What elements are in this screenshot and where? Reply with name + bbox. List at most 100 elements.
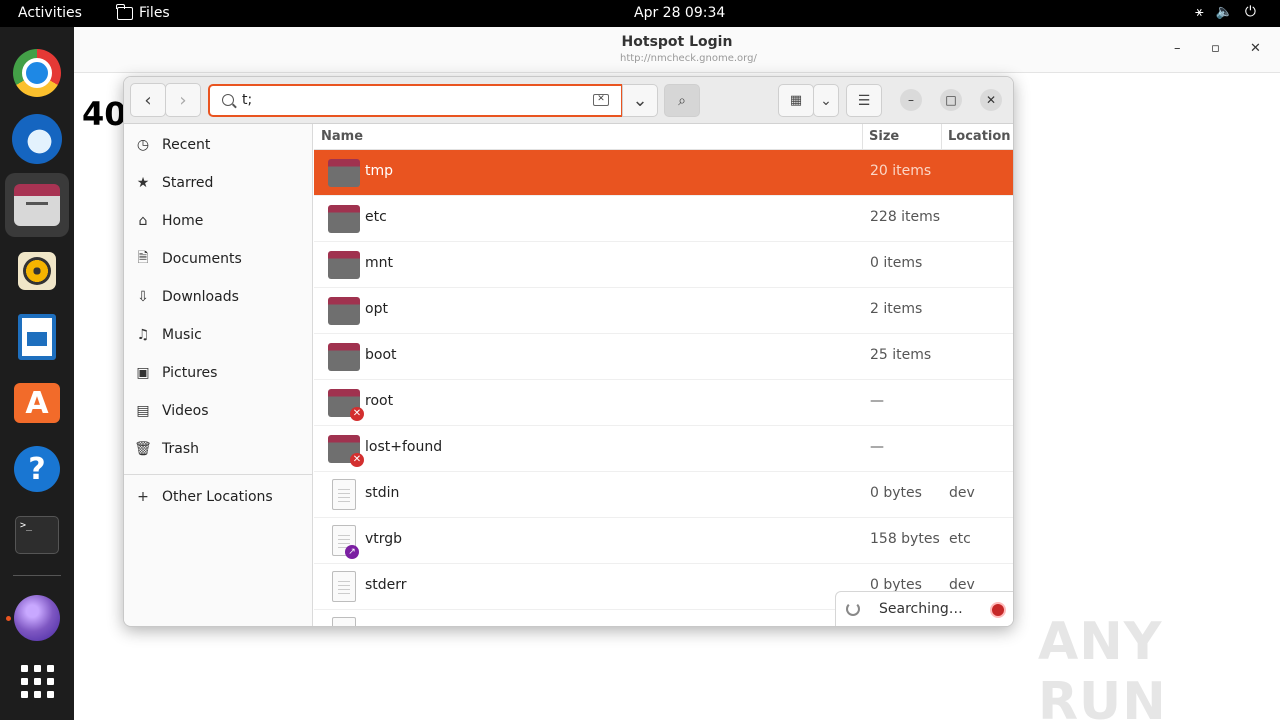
file-row-vtrgb[interactable]: ↗ vtrgb 158 bytes etc <box>314 518 1013 564</box>
files-icon <box>14 184 60 226</box>
search-icon: ⌕ <box>678 92 686 109</box>
search-toggle-button[interactable]: ⌕ <box>664 84 700 117</box>
sidebar-item-label: Other Locations <box>162 489 273 505</box>
file-name: etc <box>365 209 387 225</box>
column-location[interactable]: Location <box>948 129 1011 144</box>
column-name[interactable]: Name <box>321 129 363 144</box>
power-icon: ⏻ <box>1244 4 1256 20</box>
sidebar-item-documents[interactable]: 🗎 Documents <box>124 241 312 277</box>
stop-search-icon[interactable] <box>990 602 1006 618</box>
sidebar-item-music[interactable]: ♫ Music <box>124 317 312 353</box>
watermark-logo: ANY RUN <box>1038 612 1167 720</box>
folder-icon <box>328 343 360 371</box>
sidebar-separator <box>124 474 312 475</box>
dock-files[interactable] <box>5 173 69 237</box>
hamburger-icon: ☰ <box>857 92 871 109</box>
column-divider <box>941 124 942 150</box>
dock-app-center[interactable]: A <box>5 371 69 435</box>
rhythmbox-icon <box>18 252 56 290</box>
activities-button[interactable]: Activities <box>18 5 82 21</box>
search-input[interactable]: t; ✕ <box>208 84 623 117</box>
maximize-icon: □ <box>945 93 957 107</box>
plus-icon: + <box>137 489 149 505</box>
close-icon: ✕ <box>985 93 997 107</box>
dock-terminal[interactable]: >_ <box>5 503 69 567</box>
dock-chrome[interactable] <box>5 41 69 105</box>
file-name: stderr <box>365 577 407 593</box>
download-icon: ⇩ <box>137 289 149 305</box>
clear-search-icon[interactable]: ✕ <box>593 94 609 106</box>
file-row-mnt[interactable]: mnt 0 items <box>314 242 1013 288</box>
file-size: 158 bytes <box>870 531 940 547</box>
system-tray[interactable]: ⚹ 🔈 ⏻ <box>1195 4 1256 20</box>
sidebar-item-label: Downloads <box>162 289 239 305</box>
file-row-etc[interactable]: etc 228 items <box>314 196 1013 242</box>
spinner-icon <box>846 602 860 616</box>
document-icon: 🗎 <box>137 250 149 266</box>
no-access-icon: ✕ <box>350 453 364 467</box>
browser-title: Hotspot Login <box>621 34 733 50</box>
file-row-opt[interactable]: opt 2 items <box>314 288 1013 334</box>
file-name: lost+found <box>365 439 443 455</box>
file-row-tmp[interactable]: tmp 20 items <box>314 150 1013 196</box>
sidebar-item-label: Videos <box>162 403 209 419</box>
app-grid-icon <box>20 664 54 698</box>
dock-browser[interactable] <box>5 586 69 650</box>
globe-icon <box>14 595 60 641</box>
view-options-button[interactable]: ⌄ <box>813 84 839 117</box>
sidebar-item-videos[interactable]: ▤ Videos <box>124 393 312 429</box>
sidebar-item-label: Pictures <box>162 365 218 381</box>
file-name: mnt <box>365 255 393 271</box>
file-name: opt <box>365 301 388 317</box>
dock: A ? >_ <box>0 27 74 720</box>
close-button[interactable]: ✕ <box>980 89 1002 111</box>
back-button[interactable]: ‹ <box>130 83 166 117</box>
file-row-lost-found[interactable]: ✕ lost+found — <box>314 426 1013 472</box>
sidebar-item-recent[interactable]: ◷ Recent <box>124 127 312 163</box>
file-size: — <box>870 393 884 409</box>
sidebar-item-downloads[interactable]: ⇩ Downloads <box>124 279 312 315</box>
help-icon: ? <box>14 446 60 492</box>
main-menu-button[interactable]: ☰ <box>846 84 882 117</box>
sidebar-item-starred[interactable]: ★ Starred <box>124 165 312 201</box>
clock[interactable]: Apr 28 09:34 <box>634 5 725 21</box>
maximize-button[interactable]: □ <box>940 89 962 111</box>
grid-icon: ▦ <box>789 93 803 108</box>
sidebar-item-home[interactable]: ⌂ Home <box>124 203 312 239</box>
sidebar-item-pictures[interactable]: ▣ Pictures <box>124 355 312 391</box>
locked-folder-icon: ✕ <box>328 435 364 467</box>
minimize-icon[interactable]: – <box>1174 41 1181 56</box>
file-row-root[interactable]: ✕ root — <box>314 380 1013 426</box>
no-access-icon: ✕ <box>350 407 364 421</box>
text-file-icon: ↗ <box>332 525 359 559</box>
forward-button[interactable]: › <box>165 83 201 117</box>
dock-rhythmbox[interactable] <box>5 239 69 303</box>
file-name: vtrgb <box>365 531 403 547</box>
dock-show-apps[interactable] <box>5 649 69 713</box>
sidebar-item-trash[interactable]: 🗑 Trash <box>124 431 312 467</box>
search-options-button[interactable]: ⌄ <box>622 84 658 117</box>
sidebar-item-label: Trash <box>162 441 199 457</box>
maximize-icon[interactable]: ▫ <box>1211 41 1220 56</box>
file-row-stdin[interactable]: stdin 0 bytes dev <box>314 472 1013 518</box>
close-icon[interactable]: ✕ <box>1250 41 1261 56</box>
file-row-boot[interactable]: boot 25 items <box>314 334 1013 380</box>
dock-thunderbird[interactable] <box>5 107 69 171</box>
folder-icon <box>328 251 360 279</box>
app-menu[interactable]: Files <box>116 3 170 21</box>
files-window: ‹ › t; ✕ ⌄ ⌕ ▦ ⌄ ☰ – □ ✕ ◷ Recent ★ Starre… <box>123 76 1014 627</box>
page-heading: 40 <box>82 95 127 133</box>
sidebar-item-label: Home <box>162 213 204 229</box>
chevron-down-icon: ⌄ <box>820 92 832 109</box>
status-text: Searching… <box>879 601 963 617</box>
file-size: 228 items <box>870 209 941 225</box>
dock-help[interactable]: ? <box>5 437 69 501</box>
browser-url: http://nmcheck.gnome.org/ <box>620 53 757 64</box>
network-icon: ⚹ <box>1195 4 1204 20</box>
minimize-button[interactable]: – <box>900 89 922 111</box>
star-icon: ★ <box>136 175 150 191</box>
view-grid-button[interactable]: ▦ <box>778 84 814 117</box>
dock-writer[interactable] <box>5 305 69 369</box>
column-size[interactable]: Size <box>869 129 899 144</box>
sidebar-item-other-locations[interactable]: + Other Locations <box>124 479 312 515</box>
